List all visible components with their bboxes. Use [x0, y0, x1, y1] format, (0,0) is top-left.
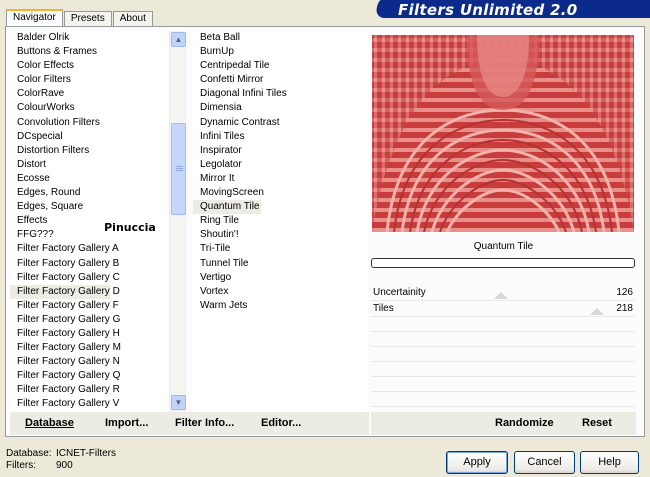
editor-button[interactable]: Editor...	[261, 417, 301, 429]
param-row-empty	[371, 317, 635, 332]
category-list-item[interactable]: Buttons & Frames	[10, 45, 186, 59]
category-list-item[interactable]: Color Effects	[10, 59, 186, 73]
param-row-empty	[371, 332, 635, 347]
category-list-item[interactable]: Filter Factory Gallery C	[10, 271, 186, 285]
category-list-item[interactable]: ColourWorks	[10, 101, 186, 115]
filter-list[interactable]: Beta Ball BurnUp Centripedal Tile Confetti …	[193, 31, 367, 412]
chevron-down-icon: ▼	[174, 398, 183, 407]
category-list-item[interactable]: FFG???	[10, 228, 186, 242]
scroll-up-button[interactable]: ▲	[171, 32, 186, 47]
category-list-item[interactable]: Distortion Filters	[10, 144, 186, 158]
category-list-item[interactable]: Balder Olrik	[10, 31, 186, 45]
filter-list-item[interactable]: Vertigo	[193, 271, 367, 285]
grip-line	[176, 166, 183, 167]
category-list-item[interactable]: Filter Factory Gallery M	[10, 341, 186, 355]
quantum-tile-pattern	[372, 35, 634, 232]
filter-list-item[interactable]: Shoutin'!	[193, 228, 367, 242]
filter-list-item[interactable]: Tunnel Tile	[193, 257, 367, 271]
database-value: ICNET-Filters	[56, 448, 116, 459]
preview-toolbar: Randomize Reset	[371, 412, 636, 435]
filter-list-item[interactable]: Inspirator	[193, 144, 367, 158]
param-value: 218	[616, 303, 633, 314]
slider-marker-icon[interactable]	[494, 292, 508, 299]
category-list-item[interactable]: Color Filters	[10, 73, 186, 87]
filter-list-item[interactable]: BurnUp	[193, 45, 367, 59]
param-row-uncertainity[interactable]: Uncertainity 126	[371, 285, 635, 301]
database-label: Database:	[6, 448, 52, 459]
filter-list-item[interactable]: Legolator	[193, 158, 367, 172]
category-list-item[interactable]: Filter Factory Gallery N	[10, 355, 186, 369]
filter-list-item[interactable]: Infini Tiles	[193, 130, 367, 144]
parameter-panel: Uncertainity 126 Tiles 218	[371, 285, 635, 407]
tab-about[interactable]: About	[112, 11, 153, 26]
scrollbar-thumb[interactable]	[171, 123, 186, 215]
param-label: Uncertainity	[373, 287, 426, 298]
status-area: Database: ICNET-Filters Filters: 900	[6, 448, 116, 472]
category-list-item[interactable]: Filter Factory Gallery H	[10, 327, 186, 341]
filter-list-item[interactable]: Vortex	[193, 285, 367, 299]
filter-list-item[interactable]: MovingScreen	[193, 186, 367, 200]
category-list-item[interactable]: Ecosse	[10, 172, 186, 186]
param-row-empty	[371, 377, 635, 392]
filter-list-item[interactable]: Dynamic Contrast	[193, 116, 367, 130]
filter-list-item[interactable]: Warm Jets	[193, 299, 367, 313]
apply-button[interactable]: Apply	[446, 451, 508, 474]
filter-list-item[interactable]: Tri-Tile	[193, 242, 367, 256]
slider-marker-icon[interactable]	[590, 308, 604, 315]
grip-line	[176, 168, 183, 169]
preview-image	[372, 35, 634, 232]
navigator-toolbar: Database Import... Filter Info... Editor…	[10, 412, 369, 435]
category-list-item[interactable]: Convolution Filters	[10, 116, 186, 130]
filter-list-item[interactable]: Beta Ball	[193, 31, 367, 45]
progress-bar	[371, 258, 635, 268]
app-title: Filters Unlimited 2.0	[398, 1, 578, 19]
category-list-item[interactable]: Edges, Square	[10, 200, 186, 214]
filter-info-button[interactable]: Filter Info...	[175, 417, 234, 429]
category-list[interactable]: Balder Olrik Buttons & Frames Color Effect…	[10, 31, 186, 412]
param-row-tiles[interactable]: Tiles 218	[371, 301, 635, 317]
chevron-up-icon: ▲	[174, 35, 183, 44]
filter-list-item[interactable]: Quantum Tile	[193, 200, 261, 215]
category-scrollbar[interactable]: ▲ ▼	[169, 31, 186, 412]
filter-list-item[interactable]: Dimensia	[193, 101, 367, 115]
tab-presets[interactable]: Presets	[63, 11, 112, 26]
filters-count-label: Filters:	[6, 460, 36, 471]
category-list-item[interactable]: Filter Factory Gallery B	[10, 257, 186, 271]
randomize-button[interactable]: Randomize	[495, 417, 554, 429]
filter-list-item[interactable]: Mirror It	[193, 172, 367, 186]
tab-navigator[interactable]: Navigator	[6, 9, 63, 26]
param-label: Tiles	[373, 303, 394, 314]
category-list-item[interactable]: Filter Factory Gallery F	[10, 299, 186, 313]
filter-list-item[interactable]: Confetti Mirror	[193, 73, 367, 87]
category-list-item[interactable]: Filter Factory Gallery A	[10, 242, 186, 256]
param-row-empty	[371, 392, 635, 407]
category-list-item[interactable]: Effects	[10, 214, 186, 228]
filter-list-item[interactable]: Centripedal Tile	[193, 59, 367, 73]
param-row-empty	[371, 362, 635, 377]
selected-filter-name: Quantum Tile	[473, 241, 534, 252]
database-button[interactable]: Database	[25, 417, 74, 429]
category-list-item[interactable]: Filter Factory Gallery G	[10, 313, 186, 327]
category-list-item[interactable]: Edges, Round	[10, 186, 186, 200]
scroll-down-button[interactable]: ▼	[171, 395, 186, 410]
help-button[interactable]: Help	[580, 451, 639, 474]
filter-list-item[interactable]: Ring Tile	[193, 214, 367, 228]
tab-strip: Navigator Presets About	[6, 9, 154, 26]
category-list-item[interactable]: DCspecial	[10, 130, 186, 144]
reset-button[interactable]: Reset	[582, 417, 612, 429]
param-value: 126	[616, 287, 633, 298]
watermark-label: Pinuccia	[101, 219, 159, 237]
filters-count-value: 900	[56, 460, 73, 471]
filter-list-item[interactable]: Diagonal Infini Tiles	[193, 87, 367, 101]
cancel-button[interactable]: Cancel	[514, 451, 575, 474]
import-button[interactable]: Import...	[105, 417, 148, 429]
param-row-empty	[371, 347, 635, 362]
category-list-item[interactable]: Filter Factory Gallery D	[10, 284, 120, 299]
category-list-item[interactable]: ColorRave	[10, 87, 186, 101]
category-list-item[interactable]: Filter Factory Gallery Q	[10, 369, 186, 383]
category-list-item[interactable]: Filter Factory Gallery R	[10, 383, 186, 397]
category-list-item[interactable]: Distort	[10, 158, 186, 172]
grip-line	[176, 170, 183, 171]
category-list-item[interactable]: Filter Factory Gallery V	[10, 397, 186, 411]
